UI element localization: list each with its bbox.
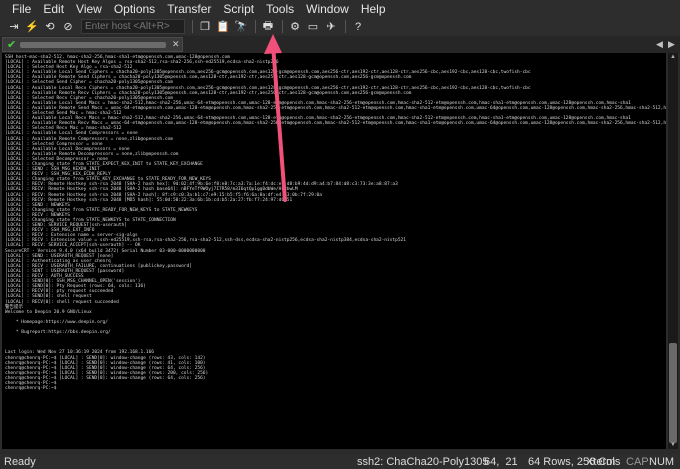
terminal-output[interactable]: SSH host-mac-sha2-512, hmac-sha2-256,hma… bbox=[2, 53, 666, 449]
menu-transfer[interactable]: Transfer bbox=[161, 2, 217, 16]
settings-icon[interactable]: ⚙ bbox=[287, 19, 303, 34]
status-ready: Ready bbox=[4, 455, 36, 468]
menu-bar: File Edit View Options Transfer Script T… bbox=[0, 0, 680, 18]
paste-icon[interactable]: 📋 bbox=[215, 19, 231, 34]
print-icon[interactable]: 🖶 bbox=[260, 19, 276, 34]
host-input[interactable] bbox=[81, 19, 185, 34]
keymap-icon[interactable]: ▭ bbox=[305, 19, 321, 34]
menu-file[interactable]: File bbox=[6, 2, 37, 16]
disconnect-icon[interactable]: ⊘ bbox=[60, 19, 76, 34]
menu-help[interactable]: Help bbox=[355, 2, 392, 16]
session-tab[interactable]: ✔ ✕ bbox=[2, 37, 183, 52]
copy-icon[interactable]: ❐ bbox=[197, 19, 213, 34]
connected-check-icon: ✔ bbox=[7, 39, 17, 51]
connect-icon[interactable]: ⇥ bbox=[6, 19, 22, 34]
scroll-down-icon[interactable]: ▼ bbox=[668, 441, 678, 449]
menu-tools[interactable]: Tools bbox=[260, 2, 300, 16]
status-bar: Ready ssh2: ChaCha20-Poly1305 64, 21 64 … bbox=[0, 454, 680, 469]
session-tab-title-redacted bbox=[20, 41, 166, 48]
toolbar-divider bbox=[192, 20, 193, 33]
menu-script[interactable]: Script bbox=[217, 2, 260, 16]
terminal-line: chenrq@chenrq-PC:~$ bbox=[5, 386, 57, 392]
tab-prev-icon[interactable]: ◀ bbox=[656, 39, 663, 50]
status-cursor: 64, 21 bbox=[484, 455, 518, 468]
tab-next-icon[interactable]: ▶ bbox=[668, 39, 675, 50]
session-tab-bar: ✔ ✕ ◀ ▶ bbox=[0, 36, 680, 53]
find-icon[interactable]: 🔭 bbox=[233, 19, 249, 34]
menu-options[interactable]: Options bbox=[108, 2, 161, 16]
toolbar-divider bbox=[282, 20, 283, 33]
toolbar-divider bbox=[345, 20, 346, 33]
status-cipher: ssh2: ChaCha20-Poly1305 bbox=[357, 455, 489, 468]
scroll-up-icon[interactable]: ▲ bbox=[668, 53, 678, 61]
menu-edit[interactable]: Edit bbox=[37, 2, 70, 16]
sftp-icon[interactable]: ✈ bbox=[323, 19, 339, 34]
menu-window[interactable]: Window bbox=[300, 2, 355, 16]
toolbar: ⇥ ⚡ ⟲ ⊘ ❐ 📋 🔭 🖶 ⚙ ▭ ✈ ? bbox=[0, 18, 680, 35]
help-icon[interactable]: ? bbox=[350, 19, 366, 34]
terminal-scrollbar[interactable]: ▲ ▼ bbox=[668, 53, 678, 449]
close-tab-icon[interactable]: ✕ bbox=[172, 39, 182, 50]
scroll-thumb[interactable] bbox=[669, 343, 677, 443]
status-num: NUM bbox=[649, 455, 675, 468]
status-caps: CAP bbox=[626, 455, 649, 468]
menu-view[interactable]: View bbox=[70, 2, 108, 16]
status-term: Xterm bbox=[586, 455, 616, 468]
reconnect-icon[interactable]: ⟲ bbox=[42, 19, 58, 34]
lightning-icon[interactable]: ⚡ bbox=[24, 19, 40, 34]
toolbar-divider bbox=[255, 20, 256, 33]
